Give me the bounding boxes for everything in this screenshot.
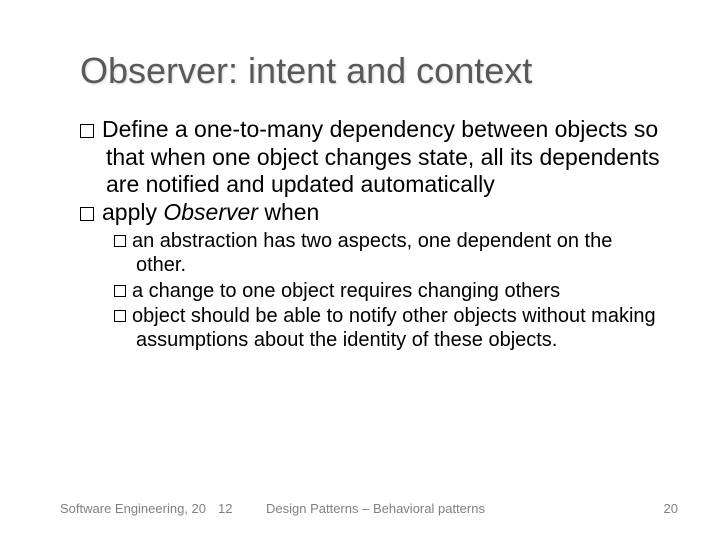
sub-bullet-list: an abstraction has two aspects, one depe… xyxy=(80,230,660,352)
footer-mid1-text: 12 xyxy=(218,501,232,516)
square-bullet-icon xyxy=(114,310,126,322)
slide-title: Observer: intent and context xyxy=(80,50,660,92)
sub-bullet-text: object should be able to notify other ob… xyxy=(132,305,656,351)
square-bullet-icon xyxy=(114,285,126,297)
slide: Observer: intent and context Define a on… xyxy=(0,0,720,540)
square-bullet-icon xyxy=(80,207,94,221)
sub-bullet-text: a change to one object requires changing… xyxy=(132,280,560,302)
bullet-text-italic: Observer xyxy=(163,199,258,225)
square-bullet-icon xyxy=(114,235,126,247)
bullet-text-prefix: apply xyxy=(102,199,163,225)
sub-bullet-item: an abstraction has two aspects, one depe… xyxy=(80,230,660,277)
footer-left-text: Software Engineering, 20 xyxy=(60,501,206,516)
sub-bullet-item: object should be able to notify other ob… xyxy=(80,305,660,352)
square-bullet-icon xyxy=(80,124,94,138)
sub-bullet-text: an abstraction has two aspects, one depe… xyxy=(132,230,612,276)
bullet-item: apply Observer when xyxy=(80,199,660,227)
footer-page-number: 20 xyxy=(664,501,678,516)
sub-bullet-item: a change to one object requires changing… xyxy=(80,280,660,304)
bullet-text: Define a one-to-many dependency between … xyxy=(102,116,660,197)
bullet-item: Define a one-to-many dependency between … xyxy=(80,116,660,199)
bullet-text-suffix: when xyxy=(258,199,319,225)
footer-mid2-text: Design Patterns – Behavioral patterns xyxy=(266,501,485,516)
